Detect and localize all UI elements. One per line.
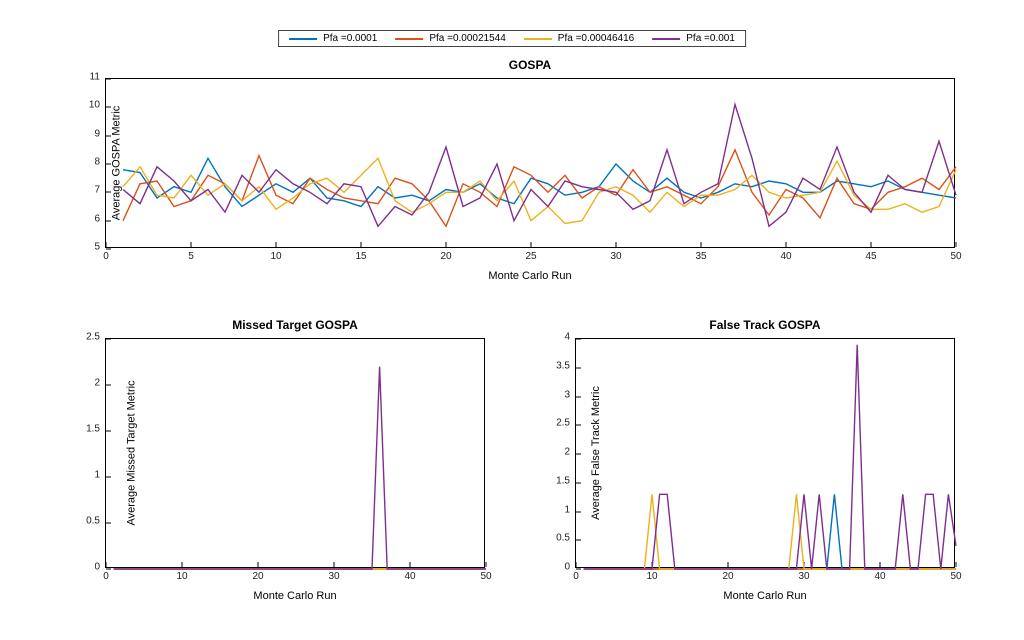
x-tick: 50	[480, 571, 491, 582]
y-tick: 0.5	[86, 516, 100, 527]
x-tick: 35	[695, 251, 706, 262]
line-plot	[576, 339, 956, 569]
plot-area: 0102030405000.511.522.5	[105, 338, 485, 568]
legend-label: Pfa =0.001	[686, 33, 735, 44]
chart-title: Missed Target GOSPA	[105, 318, 485, 332]
y-tick: 4	[564, 332, 570, 343]
line-plot	[106, 339, 486, 569]
y-tick: 10	[89, 100, 100, 111]
x-tick: 40	[404, 571, 415, 582]
x-tick: 15	[355, 251, 366, 262]
y-tick: 11	[90, 72, 100, 83]
y-tick: 3	[564, 389, 570, 400]
y-tick: 0	[564, 562, 570, 573]
y-tick: 9	[94, 128, 100, 139]
x-tick: 30	[328, 571, 339, 582]
legend-swatch	[395, 38, 423, 40]
y-tick: 5	[94, 242, 100, 253]
plot-area: 05101520253035404550567891011	[105, 78, 955, 248]
series-line	[584, 494, 956, 569]
x-tick: 50	[950, 251, 961, 262]
y-tick: 2.5	[556, 418, 570, 429]
series-line	[584, 494, 956, 569]
y-tick: 2	[94, 378, 100, 389]
legend-label: Pfa =0.0001	[323, 33, 377, 44]
y-tick: 3.5	[556, 360, 570, 371]
x-tick: 30	[610, 251, 621, 262]
x-tick: 40	[780, 251, 791, 262]
x-tick: 10	[646, 571, 657, 582]
x-tick: 20	[722, 571, 733, 582]
legend-item: Pfa =0.001	[652, 33, 735, 44]
y-tick: 0.5	[556, 533, 570, 544]
legend-swatch	[289, 38, 317, 40]
x-tick: 0	[103, 251, 109, 262]
legend-item: Pfa =0.00021544	[395, 33, 505, 44]
x-axis-label: Monte Carlo Run	[105, 590, 485, 602]
chart-title: GOSPA	[105, 58, 955, 72]
series-line	[114, 367, 486, 569]
x-axis-label: Monte Carlo Run	[105, 270, 955, 282]
chart-title: False Track GOSPA	[575, 318, 955, 332]
x-tick: 0	[103, 571, 109, 582]
y-tick: 0	[94, 562, 100, 573]
x-tick: 5	[188, 251, 194, 262]
y-tick: 2	[564, 447, 570, 458]
y-tick: 7	[94, 185, 100, 196]
y-tick: 1.5	[86, 424, 100, 435]
legend-swatch	[652, 38, 680, 40]
series-line	[584, 345, 956, 569]
legend-item: Pfa =0.00046416	[524, 33, 634, 44]
axes-gospa: GOSPAMonte Carlo RunAverage GOSPA Metric…	[105, 78, 955, 248]
series-line	[123, 158, 956, 206]
y-tick: 1	[94, 470, 100, 481]
x-tick: 45	[865, 251, 876, 262]
y-tick: 2.5	[86, 332, 100, 343]
x-tick: 0	[573, 571, 579, 582]
legend: Pfa =0.0001 Pfa =0.00021544 Pfa =0.0004641…	[278, 30, 746, 47]
y-tick: 1	[564, 504, 570, 515]
figure: Pfa =0.0001 Pfa =0.00021544 Pfa =0.0004641…	[0, 0, 1024, 640]
x-tick: 40	[874, 571, 885, 582]
legend-swatch	[524, 38, 552, 40]
series-line	[123, 105, 956, 227]
x-tick: 20	[252, 571, 263, 582]
axes-missed: Missed Target GOSPAMonte Carlo RunAverag…	[105, 338, 485, 568]
legend-label: Pfa =0.00021544	[429, 33, 505, 44]
legend-label: Pfa =0.00046416	[558, 33, 634, 44]
x-tick: 25	[525, 251, 536, 262]
x-tick: 10	[270, 251, 281, 262]
x-axis-label: Monte Carlo Run	[575, 590, 955, 602]
line-plot	[106, 79, 956, 249]
x-tick: 50	[950, 571, 961, 582]
x-tick: 10	[176, 571, 187, 582]
plot-area: 0102030405000.511.522.533.54	[575, 338, 955, 568]
x-tick: 20	[440, 251, 451, 262]
y-tick: 8	[94, 157, 100, 168]
y-tick: 6	[94, 213, 100, 224]
axes-false: False Track GOSPAMonte Carlo RunAverage …	[575, 338, 955, 568]
legend-item: Pfa =0.0001	[289, 33, 377, 44]
x-tick: 30	[798, 571, 809, 582]
y-tick: 1.5	[556, 475, 570, 486]
